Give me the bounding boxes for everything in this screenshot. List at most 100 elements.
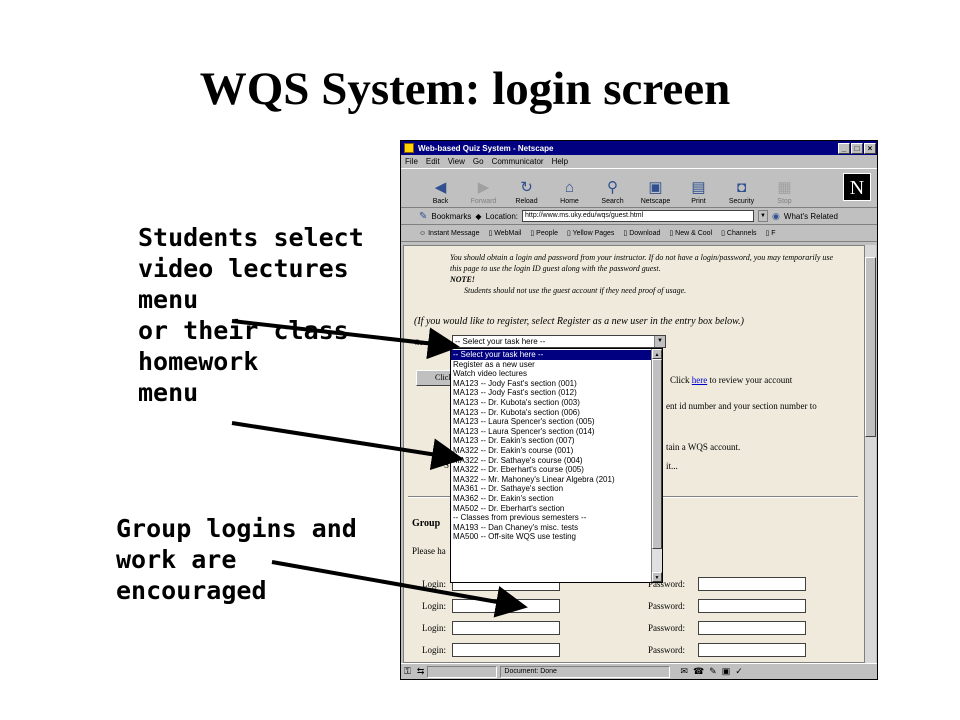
reload-button[interactable]: ↻ Reload xyxy=(505,178,548,205)
intro-paragraph: You should obtain a login and password f… xyxy=(450,253,834,273)
personal-item-channels[interactable]: ▯ Channels xyxy=(721,229,756,237)
search-label: Search xyxy=(601,198,624,205)
personal-item-instant-message[interactable]: ☺ Instant Message xyxy=(419,230,479,237)
search-button[interactable]: ⚲ Search xyxy=(591,178,634,205)
scroll-up-icon[interactable]: ▲ xyxy=(652,349,662,359)
personal-item-new-cool[interactable]: ▯ New & Cool xyxy=(669,229,712,237)
component-bar-icons[interactable]: ✉☎✎▣✓ xyxy=(680,666,747,677)
dropdown-option[interactable]: MA322 -- Dr. Sathaye's course (004) xyxy=(451,456,651,466)
chevron-down-icon[interactable]: ▼ xyxy=(654,336,665,347)
scroll-down-icon[interactable]: ▼ xyxy=(652,572,662,582)
personal-item-more[interactable]: ▯ F xyxy=(766,229,776,237)
location-dropdown-icon[interactable]: ▼ xyxy=(758,210,769,222)
menu-edit[interactable]: Edit xyxy=(426,157,440,166)
home-button[interactable]: ⌂ Home xyxy=(548,178,591,205)
personal-item-webmail[interactable]: ▯ WebMail xyxy=(488,229,521,237)
security-button[interactable]: ◘ Security xyxy=(720,178,763,205)
security-lock-icon[interactable]: ⚿ xyxy=(404,666,411,677)
dropdown-option[interactable]: MA322 -- Dr. Eakin's course (001) xyxy=(451,446,651,456)
print-button[interactable]: ▤ Print xyxy=(677,178,720,205)
menu-communicator[interactable]: Communicator xyxy=(492,157,544,166)
login-input-4[interactable] xyxy=(452,643,560,657)
stop-label: Stop xyxy=(777,198,792,205)
register-note: (If you would like to register, select R… xyxy=(414,316,744,327)
home-icon: ⌂ xyxy=(564,179,575,196)
page-scrollbar[interactable] xyxy=(864,245,876,663)
dropdown-option[interactable]: MA500 -- Off-site WQS use testing xyxy=(451,532,651,542)
password-label: Password: xyxy=(648,623,686,633)
partial-text-2: tain a WQS account. xyxy=(666,442,741,452)
dropdown-option[interactable]: MA193 -- Dan Chaney's misc. tests xyxy=(451,523,651,533)
dropdown-option[interactable]: MA322 -- Mr. Mahoney's Linear Algebra (2… xyxy=(451,475,651,485)
close-button[interactable]: × xyxy=(864,142,876,154)
security-icon: ◘ xyxy=(736,179,747,196)
password-input-3[interactable] xyxy=(698,621,806,635)
password-label: Password: xyxy=(648,601,686,611)
login-input-3[interactable] xyxy=(452,621,560,635)
forward-button[interactable]: ▶ Forward xyxy=(462,178,505,205)
dropdown-option[interactable]: MA123 -- Dr. Kubota's section (003) xyxy=(451,398,651,408)
menu-bar: File Edit View Go Communicator Help xyxy=(401,155,877,168)
please-text: Please ha xyxy=(412,546,446,556)
channels-label: Channels xyxy=(726,230,757,237)
location-icon: ◆ xyxy=(475,211,482,221)
note-label: NOTE! xyxy=(450,275,475,284)
scrollbar-thumb[interactable] xyxy=(865,257,876,437)
dropdown-option[interactable]: Watch video lectures xyxy=(451,369,651,379)
security-label: Security xyxy=(728,198,755,205)
dropdown-option[interactable]: MA123 -- Dr. Kubota's section (006) xyxy=(451,408,651,418)
review-account-link[interactable]: here xyxy=(692,375,708,385)
login-label: Login: xyxy=(422,623,446,633)
dropdown-option[interactable]: -- Classes from previous semesters -- xyxy=(451,513,651,523)
dropdown-scrollbar-thumb[interactable] xyxy=(652,359,662,549)
dropdown-option[interactable]: MA123 -- Dr. Eakin's section (007) xyxy=(451,436,651,446)
maximize-button[interactable]: □ xyxy=(851,142,863,154)
dropdown-option[interactable]: MA502 -- Dr. Eberhart's section xyxy=(451,504,651,514)
password-input-4[interactable] xyxy=(698,643,806,657)
dropdown-option[interactable]: MA322 -- Dr. Eberhart's course (005) xyxy=(451,465,651,475)
bookmarks-icon: ✎ xyxy=(419,210,428,222)
dropdown-option[interactable]: MA123 -- Laura Spencer's section (005) xyxy=(451,417,651,427)
dropdown-option[interactable]: MA123 -- Jody Fast's section (012) xyxy=(451,388,651,398)
personal-item-download[interactable]: ▯ Download xyxy=(623,229,660,237)
bookmarks-button[interactable]: Bookmarks xyxy=(431,212,471,221)
location-input[interactable]: http://www.ms.uky.edu/wqs/guest.html xyxy=(522,210,755,222)
course-select[interactable]: -- Select your task here -- ▼ xyxy=(452,335,666,348)
menu-file[interactable]: File xyxy=(405,157,418,166)
dropdown-option[interactable]: MA361 -- Dr. Sathaye's section xyxy=(451,484,651,494)
login-input-2[interactable] xyxy=(452,599,560,613)
status-text: Document: Done xyxy=(500,665,671,678)
stop-button[interactable]: ▦ Stop xyxy=(763,178,806,205)
dropdown-scrollbar[interactable]: ▲ ▼ xyxy=(651,349,662,582)
login-label: Login: xyxy=(422,601,446,611)
back-button[interactable]: ◀ Back xyxy=(419,178,462,205)
menu-view[interactable]: View xyxy=(448,157,465,166)
netscape-logo[interactable]: N xyxy=(843,173,871,201)
instant-message-icon: ☺ xyxy=(419,229,429,237)
password-input-1[interactable] xyxy=(698,577,806,591)
dropdown-option[interactable]: MA362 -- Dr. Eakin's section xyxy=(451,494,651,504)
minimize-button[interactable]: _ xyxy=(838,142,850,154)
menu-go[interactable]: Go xyxy=(473,157,484,166)
menu-help[interactable]: Help xyxy=(552,157,568,166)
personal-toolbar: ☺ Instant Message ▯ WebMail ▯ People ▯ Y… xyxy=(401,225,877,242)
personal-item-people[interactable]: ▯ People xyxy=(530,229,558,237)
dropdown-option[interactable]: Register as a new user xyxy=(451,360,651,370)
course-dropdown-list[interactable]: -- Select your task here -- Register as a… xyxy=(450,348,663,583)
new-cool-label: New & Cool xyxy=(675,230,713,237)
password-input-2[interactable] xyxy=(698,599,806,613)
back-arrow-icon: ◀ xyxy=(434,179,447,196)
webmail-label: WebMail xyxy=(494,230,522,237)
login-row: Login: Password: xyxy=(422,621,842,637)
whats-related-button[interactable]: What's Related xyxy=(784,212,838,221)
review-prefix: Click xyxy=(670,375,690,385)
netscape-button[interactable]: ▣ Netscape xyxy=(634,178,677,205)
forward-arrow-icon: ▶ xyxy=(477,179,490,196)
dropdown-option[interactable]: -- Select your task here -- xyxy=(451,350,651,360)
location-label: Location: xyxy=(485,211,519,221)
dropdown-option[interactable]: MA123 -- Jody Fast's section (001) xyxy=(451,379,651,389)
dropdown-option[interactable]: MA123 -- Laura Spencer's section (014) xyxy=(451,427,651,437)
personal-item-yellow-pages[interactable]: ▯ Yellow Pages xyxy=(567,229,614,237)
netscape-icon: ▣ xyxy=(648,179,663,196)
netscape-label: Netscape xyxy=(640,198,671,205)
